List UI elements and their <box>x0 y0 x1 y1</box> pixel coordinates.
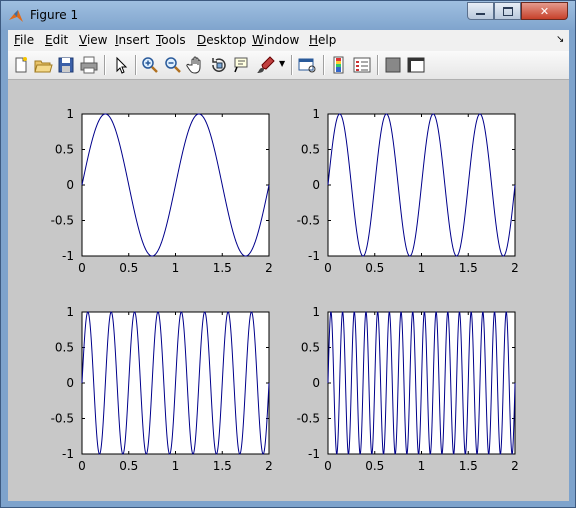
figure-window: Figure 1 ✕ File Edit View Insert Tools D… <box>0 0 576 508</box>
toolbar-separator <box>135 55 137 75</box>
y-tick-label: 0.5 <box>301 143 320 157</box>
y-tick-label: -1 <box>62 447 74 461</box>
new-figure-icon[interactable] <box>11 55 31 75</box>
matlab-icon <box>9 10 23 22</box>
maximize-icon <box>502 6 513 16</box>
close-icon: ✕ <box>539 4 550 18</box>
toolbar-separator <box>291 55 293 75</box>
menu-dock-arrow-icon[interactable]: ↘ <box>556 34 564 45</box>
zoom-out-icon[interactable] <box>163 55 183 75</box>
print-icon[interactable] <box>79 55 99 75</box>
x-tick-label: 0 <box>78 261 86 275</box>
x-tick-label: 2 <box>265 459 273 473</box>
rotate-3d-icon[interactable] <box>209 55 229 75</box>
title-bar[interactable]: Figure 1 ✕ <box>1 1 575 30</box>
y-tick-label: -0.5 <box>51 214 74 228</box>
figure-canvas[interactable]: 0 0.5 1 1.5 2 1 0.5 0 -0.5 -1 0 0.5 1 1.5 2 1 0.5 0 -0.5 -1… <box>8 80 569 501</box>
x-tick-label: 1.5 <box>213 261 232 275</box>
menu-view[interactable]: View <box>79 33 107 47</box>
y-tick-label: -1 <box>62 249 74 263</box>
link-plot-icon[interactable] <box>297 55 317 75</box>
show-tools-icon[interactable] <box>406 55 426 75</box>
menu-help[interactable]: Help <box>309 33 336 47</box>
menu-desktop[interactable]: Desktop <box>197 33 247 47</box>
maximize-button[interactable] <box>494 2 521 20</box>
y-tick-label: -0.5 <box>297 412 320 426</box>
save-icon[interactable] <box>56 55 76 75</box>
menu-insert[interactable]: Insert <box>115 33 149 47</box>
y-tick-label: -1 <box>308 249 320 263</box>
x-tick-label: 1.5 <box>459 459 478 473</box>
x-tick-label: 1 <box>172 459 180 473</box>
x-tick-label: 0.5 <box>365 261 384 275</box>
y-tick-label: 1 <box>312 305 320 319</box>
client-area: File Edit View Insert Tools Desktop Wind… <box>8 30 569 501</box>
subplot-3[interactable]: 0 0.5 1 1.5 2 1 0.5 0 -0.5 -1 <box>51 305 273 473</box>
pan-hand-icon[interactable] <box>186 55 206 75</box>
subplot-2[interactable]: 0 0.5 1 1.5 2 1 0.5 0 -0.5 -1 <box>297 107 519 275</box>
x-tick-label: 1 <box>418 261 426 275</box>
hide-tools-icon[interactable] <box>383 55 403 75</box>
toolbar-separator <box>104 55 106 75</box>
y-tick-label: 1 <box>66 107 74 121</box>
minimize-button[interactable] <box>467 2 494 20</box>
y-tick-label: 0 <box>312 178 320 192</box>
x-tick-label: 1.5 <box>213 459 232 473</box>
x-tick-label: 0.5 <box>119 459 138 473</box>
open-file-icon[interactable] <box>33 55 53 75</box>
y-tick-label: 0 <box>66 178 74 192</box>
subplot-4[interactable]: 0 0.5 1 1.5 2 1 0.5 0 -0.5 -1 <box>297 305 519 473</box>
window-title: Figure 1 <box>30 8 79 22</box>
menu-tools[interactable]: Tools <box>156 33 186 47</box>
toolbar: ▼ <box>8 51 569 80</box>
y-tick-label: 1 <box>312 107 320 121</box>
minimize-icon <box>476 13 485 15</box>
x-tick-label: 1.5 <box>459 261 478 275</box>
x-tick-label: 0.5 <box>119 261 138 275</box>
x-tick-label: 2 <box>511 459 519 473</box>
x-tick-label: 2 <box>265 261 273 275</box>
select-arrow-icon[interactable] <box>111 55 131 75</box>
y-tick-label: 0 <box>312 376 320 390</box>
x-tick-label: 1 <box>172 261 180 275</box>
y-tick-label: -1 <box>308 447 320 461</box>
y-tick-label: 0 <box>66 376 74 390</box>
x-tick-label: 2 <box>511 261 519 275</box>
brush-icon[interactable] <box>256 55 276 75</box>
menu-window[interactable]: Window <box>252 33 299 47</box>
subplot-1[interactable]: 0 0.5 1 1.5 2 1 0.5 0 -0.5 -1 <box>51 107 273 275</box>
x-tick-label: 0 <box>324 459 332 473</box>
menu-edit[interactable]: Edit <box>45 33 68 47</box>
y-tick-label: -0.5 <box>297 214 320 228</box>
toolbar-separator <box>323 55 325 75</box>
data-cursor-icon[interactable] <box>232 55 252 75</box>
x-tick-label: 0.5 <box>365 459 384 473</box>
toolbar-separator <box>377 55 379 75</box>
x-tick-label: 0 <box>324 261 332 275</box>
close-button[interactable]: ✕ <box>521 2 568 20</box>
brush-dropdown-icon[interactable]: ▼ <box>279 59 285 68</box>
y-tick-label: 0.5 <box>55 143 74 157</box>
legend-icon[interactable] <box>352 55 372 75</box>
zoom-in-icon[interactable] <box>140 55 160 75</box>
y-tick-label: 0.5 <box>301 341 320 355</box>
y-tick-label: -0.5 <box>51 412 74 426</box>
x-tick-label: 1 <box>418 459 426 473</box>
y-tick-label: 1 <box>66 305 74 319</box>
x-tick-label: 0 <box>78 459 86 473</box>
y-tick-label: 0.5 <box>55 341 74 355</box>
menu-file[interactable]: File <box>14 33 34 47</box>
menu-bar: File Edit View Insert Tools Desktop Wind… <box>8 30 569 51</box>
colorbar-icon[interactable] <box>329 55 349 75</box>
